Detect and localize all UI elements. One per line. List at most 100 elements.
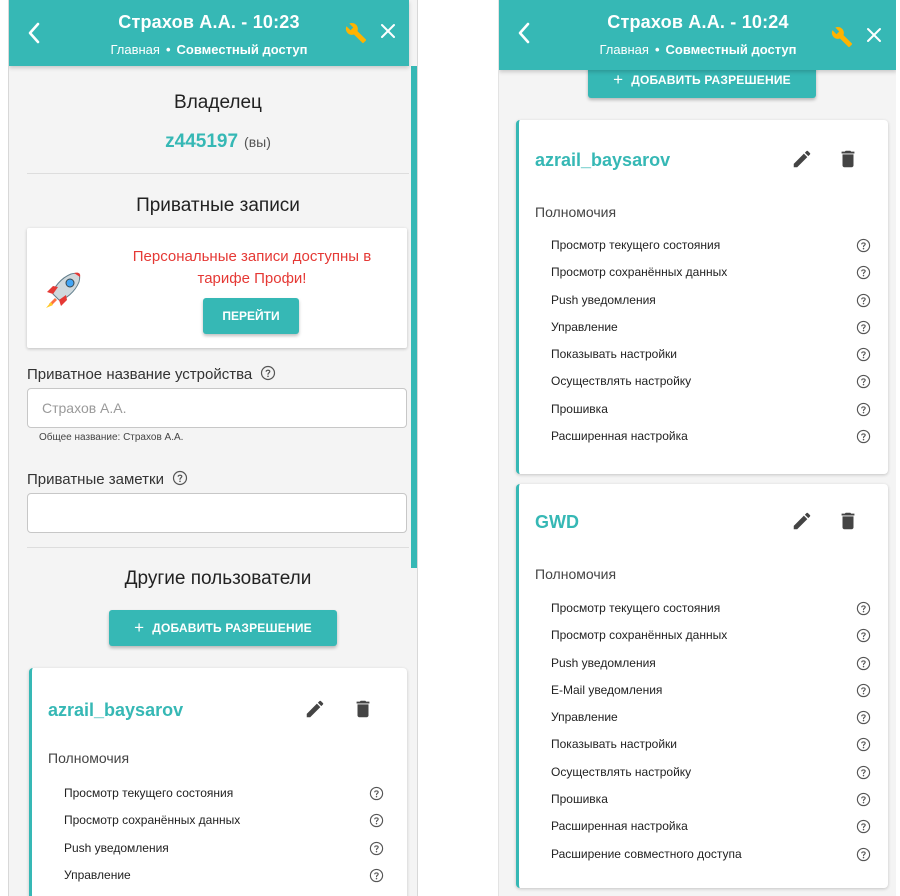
permission-item: Прошивка xyxy=(551,786,871,813)
permission-label: Расширение совместного доступа xyxy=(551,846,742,861)
help-circle-icon[interactable] xyxy=(856,402,871,417)
help-circle-icon[interactable] xyxy=(856,347,871,362)
help-circle-icon[interactable] xyxy=(856,819,871,834)
go-button[interactable]: ПЕРЕЙТИ xyxy=(203,298,299,334)
notes-input[interactable] xyxy=(27,493,407,533)
breadcrumb-current: Совместный доступ xyxy=(665,42,797,57)
breadcrumb-separator: • xyxy=(654,42,660,57)
rocket-icon xyxy=(46,272,81,308)
breadcrumb-current: Совместный доступ xyxy=(176,42,308,57)
notes-label: Приватные заметки xyxy=(27,470,188,488)
help-circle-icon[interactable] xyxy=(856,737,871,752)
other-users-title: Другие пользователи xyxy=(124,568,312,589)
breadcrumb-home[interactable]: Главная xyxy=(110,42,159,57)
close-icon[interactable] xyxy=(866,27,882,43)
add-permission-label: ДОБАВИТЬ РАЗРЕШЕНИЕ xyxy=(631,73,791,87)
help-circle-icon[interactable] xyxy=(856,265,871,280)
help-circle-icon[interactable] xyxy=(856,601,871,616)
trash-icon[interactable] xyxy=(837,510,859,532)
permission-label: Управление xyxy=(551,710,618,725)
help-circle-icon[interactable] xyxy=(856,429,871,444)
breadcrumb: Главная • Совместный доступ xyxy=(9,42,409,57)
permission-label: Просмотр сохранённых данных xyxy=(551,265,728,280)
permission-label: Просмотр текущего состояния xyxy=(551,238,721,252)
help-circle-icon[interactable] xyxy=(369,868,384,883)
permission-item: Осуществлять настройку xyxy=(551,759,871,786)
pencil-icon[interactable] xyxy=(791,148,813,170)
permission-label: Просмотр сохранённых данных xyxy=(551,628,728,643)
permission-item: Прошивка xyxy=(551,396,871,423)
help-circle-icon[interactable] xyxy=(369,841,384,856)
permission-item: Управление xyxy=(551,704,871,731)
pencil-icon[interactable] xyxy=(304,698,326,720)
right-screen: + ДОБАВИТЬ РАЗРЕШЕНИЕ Страхов А.А. - 10:2… xyxy=(498,0,896,896)
permission-label: E-Mail уведомления xyxy=(551,682,663,697)
help-circle-icon[interactable] xyxy=(260,365,276,381)
breadcrumb-home[interactable]: Главная xyxy=(599,42,648,57)
permission-label: Осуществлять настройку xyxy=(551,764,692,779)
permissions-title: Полномочия xyxy=(48,750,130,766)
user-card: azrail_baysarov Полномочия Просмотр теку… xyxy=(516,120,888,474)
user-name: GWD xyxy=(535,512,579,532)
help-circle-icon[interactable] xyxy=(856,656,871,671)
help-circle-icon[interactable] xyxy=(856,628,871,643)
wrench-icon[interactable] xyxy=(345,22,367,44)
help-circle-icon[interactable] xyxy=(856,374,871,389)
help-circle-icon[interactable] xyxy=(856,320,871,335)
scrollbar-thumb[interactable] xyxy=(411,66,417,568)
notes-label-text: Приватные заметки xyxy=(27,471,164,488)
permission-label: Прошивка xyxy=(551,792,608,807)
divider xyxy=(27,547,409,548)
permission-label: Расширенная настройка xyxy=(551,429,688,444)
permission-label: Просмотр текущего состояния xyxy=(551,601,721,615)
permissions-title: Полномочия xyxy=(535,204,617,220)
pencil-icon[interactable] xyxy=(791,510,813,532)
user-name: azrail_baysarov xyxy=(48,700,184,720)
permission-item: Осуществлять настройку xyxy=(551,368,871,395)
device-name-input[interactable] xyxy=(27,388,407,428)
plus-icon: + xyxy=(613,70,624,89)
help-circle-icon[interactable] xyxy=(172,470,188,486)
permission-label: Просмотр сохранённых данных xyxy=(64,813,241,828)
add-permission-button[interactable]: + ДОБАВИТЬ РАЗРЕШЕНИЕ xyxy=(109,610,337,646)
permission-label: Управление xyxy=(64,867,131,882)
help-circle-icon[interactable] xyxy=(856,765,871,780)
owner-id-row: z445197 (вы) xyxy=(27,131,409,153)
close-icon[interactable] xyxy=(380,23,396,39)
permissions-list: Просмотр текущего состояния Просмотр сох… xyxy=(551,232,871,450)
trash-icon[interactable] xyxy=(837,148,859,170)
help-circle-icon[interactable] xyxy=(856,238,871,253)
help-circle-icon[interactable] xyxy=(856,683,871,698)
permission-label: Прошивка xyxy=(551,401,608,416)
help-circle-icon[interactable] xyxy=(856,792,871,807)
owner-title: Владелец xyxy=(174,92,262,113)
help-circle-icon[interactable] xyxy=(856,710,871,725)
permission-item: Просмотр сохранённых данных xyxy=(64,807,384,834)
help-circle-icon[interactable] xyxy=(856,293,871,308)
device-name-label-text: Приватное название устройства xyxy=(27,366,253,383)
permission-item: Показывать настройки xyxy=(551,731,871,758)
left-screen: Страхов А.А. - 10:23 Главная • Совместный … xyxy=(8,0,418,896)
app-header: Страхов А.А. - 10:23 Главная • Совместный … xyxy=(9,0,409,66)
permission-item: Расширенная настройка xyxy=(551,813,871,840)
permission-label: Push уведомления xyxy=(64,840,169,855)
permission-label: Показывать настройки xyxy=(551,737,678,752)
device-name-label: Приватное название устройства xyxy=(27,365,276,383)
permissions-list: Просмотр текущего состояния Просмотр сох… xyxy=(64,780,384,889)
help-circle-icon[interactable] xyxy=(369,786,384,801)
permission-item: Управление xyxy=(64,862,384,889)
plus-icon: + xyxy=(134,618,145,637)
permission-item: Push уведомления xyxy=(551,287,871,314)
user-card: azrail_baysarov Полномочия Просмотр теку… xyxy=(29,668,407,896)
help-circle-icon[interactable] xyxy=(369,813,384,828)
divider xyxy=(27,173,409,174)
permission-label: Управление xyxy=(551,319,618,334)
help-circle-icon[interactable] xyxy=(856,847,871,862)
wrench-icon[interactable] xyxy=(831,26,853,48)
private-records-title: Приватные записи xyxy=(136,195,300,216)
trash-icon[interactable] xyxy=(352,698,374,720)
permission-item: Просмотр текущего состояния xyxy=(551,232,871,259)
permission-label: Осуществлять настройку xyxy=(551,374,692,389)
permission-item: Расширение совместного доступа xyxy=(551,841,871,868)
add-permission-label: ДОБАВИТЬ РАЗРЕШЕНИЕ xyxy=(152,621,312,635)
